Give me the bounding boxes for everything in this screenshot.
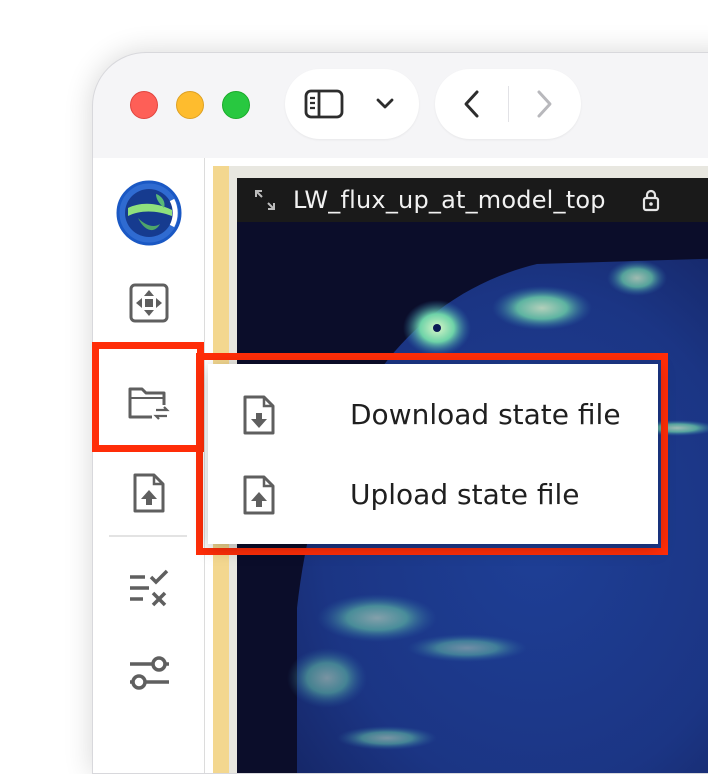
state-file-menu: Download state file Upload state file bbox=[208, 364, 658, 544]
chevron-right-icon bbox=[537, 90, 552, 118]
reset-camera-icon bbox=[129, 283, 168, 323]
sliders-icon bbox=[129, 656, 169, 690]
back-button[interactable] bbox=[447, 69, 497, 139]
lock-icon[interactable] bbox=[641, 188, 661, 212]
expand-icon[interactable] bbox=[253, 188, 277, 212]
app-logo-globe-icon bbox=[116, 180, 181, 246]
highlight-frame-sidebar-button bbox=[92, 342, 204, 452]
file-upload-icon bbox=[133, 473, 164, 513]
navigation-group bbox=[435, 69, 581, 139]
nav-divider bbox=[508, 86, 509, 122]
forward-button[interactable] bbox=[519, 69, 569, 139]
minimize-window-button[interactable] bbox=[176, 91, 204, 119]
app-sidebar bbox=[93, 158, 205, 773]
menu-item-upload-state[interactable]: Upload state file bbox=[208, 454, 658, 534]
close-window-button[interactable] bbox=[130, 91, 158, 119]
menu-item-download-state[interactable]: Download state file bbox=[208, 374, 658, 454]
viz-title: LW_flux_up_at_model_top bbox=[293, 186, 606, 214]
menu-item-label: Download state file bbox=[350, 397, 621, 431]
tab-group-dropdown-button[interactable] bbox=[365, 69, 405, 139]
checklist-icon bbox=[129, 569, 168, 607]
viz-title-bar: LW_flux_up_at_model_top bbox=[237, 178, 708, 222]
chevron-down-icon bbox=[376, 98, 394, 109]
zoom-window-button[interactable] bbox=[222, 91, 250, 119]
file-download-icon bbox=[243, 395, 275, 435]
chevron-left-icon bbox=[464, 90, 479, 118]
menu-item-label: Upload state file bbox=[350, 477, 580, 511]
sidebar-icon bbox=[304, 89, 344, 119]
file-upload-icon bbox=[243, 475, 275, 515]
reset-camera-button[interactable] bbox=[93, 268, 204, 338]
sidebar-toggle-group bbox=[285, 69, 419, 139]
settings-sliders-button[interactable] bbox=[93, 638, 204, 708]
upload-state-button[interactable] bbox=[93, 458, 204, 528]
sidebar-toggle-button[interactable] bbox=[299, 69, 349, 139]
checklist-button[interactable] bbox=[93, 553, 204, 623]
sidebar-divider bbox=[109, 535, 187, 537]
sidebar-logo[interactable] bbox=[93, 178, 204, 248]
